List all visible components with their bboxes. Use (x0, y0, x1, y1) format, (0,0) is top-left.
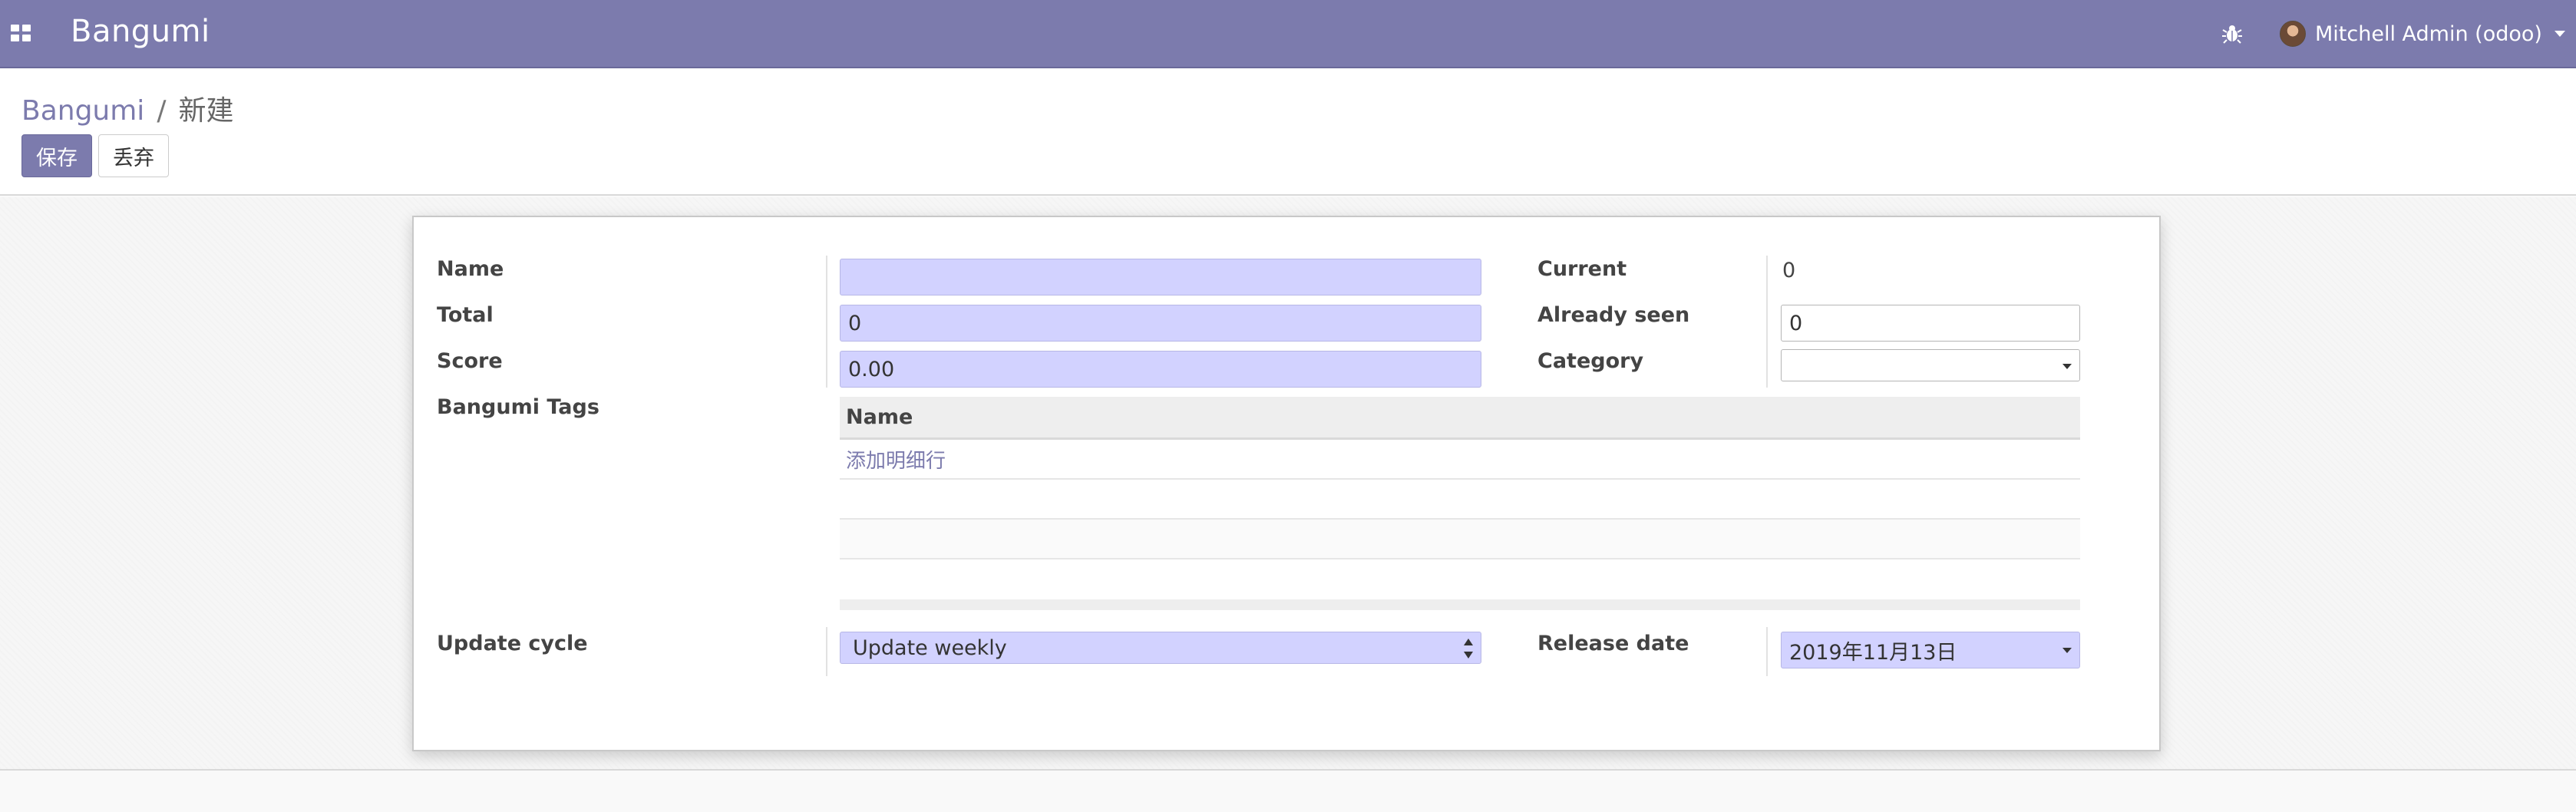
tags-column-header-name[interactable]: Name (840, 397, 2080, 440)
breadcrumb-separator: / (157, 95, 167, 127)
already-seen-label: Already seen (1537, 303, 1690, 327)
total-label: Total (437, 303, 494, 327)
name-input[interactable] (840, 259, 1481, 295)
score-label: Score (437, 349, 503, 373)
score-input[interactable]: 0.00 (840, 351, 1481, 388)
update-cycle-select[interactable]: Update weekly (840, 632, 1481, 664)
already-seen-input[interactable]: 0 (1781, 305, 2080, 342)
bangumi-tags-label: Bangumi Tags (437, 395, 599, 419)
caret-down-icon (2062, 648, 2072, 653)
table-row (840, 559, 2080, 599)
release-date-label: Release date (1537, 632, 1689, 655)
right-group-divider (1766, 256, 1768, 388)
user-menu[interactable]: Mitchell Admin (odoo) (2280, 17, 2565, 51)
update-cycle-divider (826, 627, 827, 676)
breadcrumb: Bangumi / 新建 (21, 88, 233, 128)
save-button[interactable]: 保存 (21, 134, 92, 177)
control-panel: Bangumi / 新建 保存 丢弃 (0, 68, 2576, 196)
category-label: Category (1537, 349, 1644, 373)
current-value: 0 (1782, 259, 1796, 282)
table-row (840, 520, 2080, 559)
app-brand[interactable]: Bangumi (71, 14, 210, 49)
caret-down-icon (2062, 364, 2072, 369)
release-date-divider (1766, 627, 1768, 676)
total-input[interactable]: 0 (840, 305, 1481, 342)
bug-icon[interactable] (2220, 21, 2244, 46)
update-cycle-value: Update weekly (853, 635, 1007, 660)
release-date-value: 2019年11月13日 (1789, 640, 1957, 665)
bangumi-tags-table: Name 添加明细行 (840, 397, 2080, 610)
user-avatar (2280, 21, 2306, 47)
left-group-divider (826, 256, 827, 388)
form-view-background: Name Total Score Bangumi Tags Update cyc… (0, 197, 2576, 771)
updown-arrows-icon (1464, 639, 1473, 659)
tags-table-footer (840, 599, 2080, 610)
name-label: Name (437, 257, 504, 281)
form-sheet: Name Total Score Bangumi Tags Update cyc… (412, 216, 2161, 751)
apps-grid-icon[interactable] (11, 25, 31, 41)
release-date-input[interactable]: 2019年11月13日 (1781, 632, 2080, 668)
discard-button[interactable]: 丢弃 (98, 134, 169, 177)
user-name: Mitchell Admin (odoo) (2315, 21, 2542, 46)
table-row (840, 480, 2080, 520)
current-label: Current (1537, 257, 1627, 281)
top-navbar: Bangumi Mitchell Admin (odoo) (0, 0, 2576, 68)
breadcrumb-current: 新建 (178, 95, 234, 127)
category-select[interactable] (1781, 349, 2080, 381)
update-cycle-label: Update cycle (437, 632, 588, 655)
add-line-link[interactable]: 添加明细行 (846, 445, 946, 474)
tags-add-line-row: 添加明细行 (840, 440, 2080, 480)
breadcrumb-parent-link[interactable]: Bangumi (21, 95, 144, 127)
caret-down-icon (2554, 31, 2565, 37)
